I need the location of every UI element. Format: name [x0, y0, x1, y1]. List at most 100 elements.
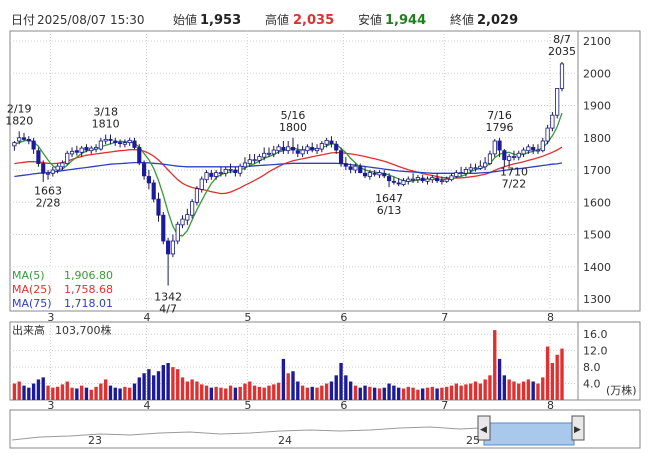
volume-bar — [454, 383, 458, 400]
candle-body — [137, 147, 142, 164]
volume-bar — [180, 377, 185, 400]
candle-body — [559, 63, 565, 89]
candle-body — [223, 168, 228, 174]
candle-body — [396, 182, 401, 185]
candle-body — [218, 172, 224, 175]
volume-bar — [137, 377, 141, 400]
volume-bar — [252, 385, 257, 400]
volume-bar — [329, 381, 334, 400]
candle-body — [286, 146, 291, 152]
volume-bar — [65, 381, 69, 400]
volume-bar — [276, 382, 281, 400]
annotation-price: 1796 — [486, 121, 514, 134]
candle-body — [247, 159, 252, 164]
navigator-label-23: 23 — [88, 434, 102, 447]
candle-body — [281, 147, 286, 151]
volume-bar — [103, 379, 108, 400]
volume-bar — [94, 386, 98, 400]
candle-body — [411, 178, 416, 181]
candle-body — [329, 140, 334, 144]
navigator-left-arrow-icon: ◀ — [480, 425, 487, 435]
volume-bar — [421, 388, 425, 400]
candle-body — [526, 146, 531, 152]
volume-bar — [161, 365, 165, 400]
volume-bar — [31, 383, 36, 400]
candle-body — [454, 172, 459, 177]
low-label: 安値 — [358, 12, 382, 27]
volume-bar — [60, 384, 65, 400]
volume-bar — [536, 383, 540, 400]
volume-bar — [416, 389, 420, 400]
candle-body — [497, 140, 502, 151]
candle-body — [444, 178, 449, 182]
candle-body — [435, 177, 440, 182]
price-tick-label: 1600 — [583, 196, 611, 209]
candle-body — [122, 142, 127, 145]
navigator[interactable]: ◀ ▶ 23 24 25 — [9, 409, 641, 449]
candle-body — [468, 167, 473, 171]
volume-bar — [517, 383, 521, 400]
volume-bar — [406, 386, 410, 400]
candle-body — [492, 140, 497, 155]
candle-body — [151, 182, 156, 200]
volume-bar — [449, 385, 454, 400]
candle-body — [21, 137, 27, 140]
volume-bar — [531, 381, 535, 400]
volume-bar — [507, 379, 511, 400]
volume-bar — [368, 386, 372, 400]
volume-bar — [257, 386, 262, 400]
price-tick-label: 2100 — [583, 35, 611, 48]
candle-body — [65, 152, 70, 164]
candle-body — [459, 172, 464, 175]
candle-body — [74, 150, 79, 153]
volume-bar — [324, 383, 329, 400]
candle-body — [233, 169, 238, 174]
volume-bar — [108, 385, 113, 400]
candle-body — [343, 163, 348, 167]
candle-body — [89, 147, 94, 152]
ma25-label: MA(25) — [12, 283, 52, 296]
candle-body — [550, 114, 555, 129]
navigator-selection[interactable] — [483, 422, 575, 446]
candle-body — [483, 162, 488, 168]
volume-bar — [396, 387, 401, 400]
candle-body — [175, 223, 180, 242]
stock-chart: 日付 2025/08/07 15:30 始値 1,953 高値 2,035 安値… — [0, 0, 653, 470]
candle-body — [17, 137, 22, 142]
ma25-value: 1,758.68 — [64, 283, 113, 296]
volume-bar — [363, 385, 367, 400]
close-value: 2,029 — [477, 13, 518, 28]
candle-body — [31, 140, 36, 150]
volume-bar — [113, 387, 117, 400]
candle-body — [98, 140, 103, 150]
volume-bar — [493, 330, 497, 400]
candle-body — [113, 140, 118, 144]
candle-body — [41, 163, 46, 174]
volume-bar — [200, 384, 204, 400]
candle-body — [463, 168, 469, 174]
candle-body — [478, 165, 483, 169]
candle-body — [166, 240, 171, 255]
volume-label: 出来高 — [12, 323, 45, 337]
price-tick-label: 1900 — [583, 100, 611, 113]
volume-bar — [214, 386, 218, 400]
candle-body — [362, 172, 368, 177]
volume-bar — [185, 381, 190, 400]
candle-body — [310, 147, 315, 151]
candle-body — [117, 142, 123, 145]
price-tick-label: 2000 — [583, 67, 611, 80]
volume-bar — [344, 375, 348, 400]
candle-body — [391, 180, 396, 183]
volume-bar — [478, 383, 483, 400]
volume-bar — [46, 385, 50, 400]
volume-bar — [320, 385, 324, 400]
volume-bar — [17, 381, 21, 400]
volume-bar — [142, 373, 146, 400]
volume-bar — [233, 387, 238, 400]
volume-bar — [334, 375, 338, 400]
candle-body — [545, 127, 550, 142]
candle-body — [535, 149, 541, 152]
candle-body — [45, 172, 51, 175]
candle-body — [555, 88, 560, 116]
candle-body — [108, 138, 113, 141]
